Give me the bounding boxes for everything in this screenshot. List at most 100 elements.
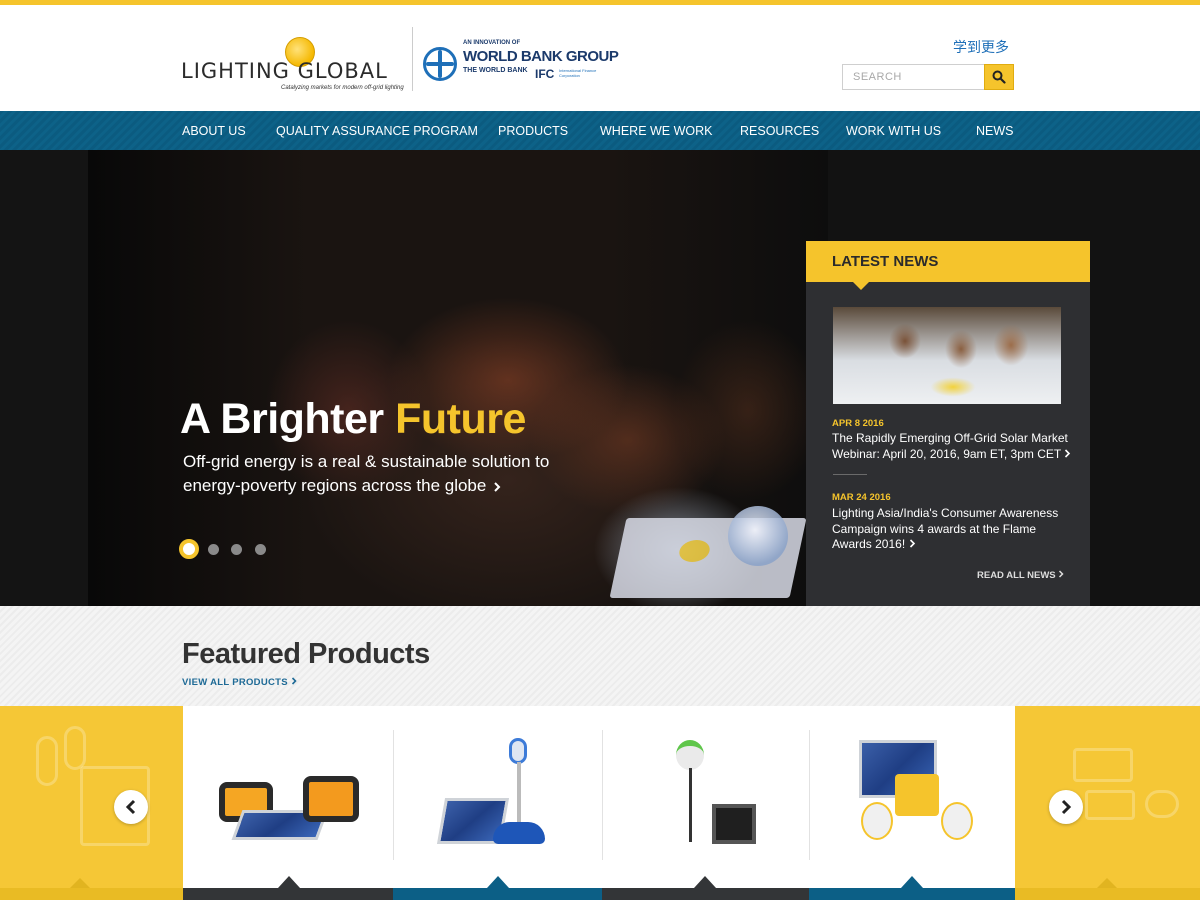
product-notch <box>901 876 923 888</box>
product-image <box>689 768 692 842</box>
slider-dot-2[interactable] <box>208 544 219 555</box>
chevron-left-icon <box>125 799 136 815</box>
lighting-global-logo[interactable]: LIGHTING GLOBAL Catalyzing markets for m… <box>181 35 404 93</box>
hero-side-left <box>0 150 88 606</box>
product-notch <box>487 876 509 888</box>
read-all-news-label: READ ALL NEWS <box>977 570 1056 581</box>
product-notch <box>694 876 716 888</box>
partner-world-bank: THE WORLD BANK <box>463 67 528 74</box>
featured-products-header: Featured Products VIEW ALL PRODUCTS <box>0 606 1200 706</box>
nav-item-resources[interactable]: RESOURCES <box>740 111 819 150</box>
carousel-next-button[interactable] <box>1049 790 1083 824</box>
chevron-right-icon <box>291 677 297 685</box>
ghost-battery <box>1085 790 1135 820</box>
product-carousel <box>0 706 1200 900</box>
logo-tagline: Catalyzing markets for modern off-grid l… <box>281 85 404 91</box>
latest-news-title: LATEST NEWS <box>832 253 939 270</box>
nav-item-products[interactable]: PRODUCTS <box>498 111 568 150</box>
ghost-solar-panel <box>1073 748 1133 782</box>
hero-title: A Brighter Future <box>180 395 526 444</box>
carousel-side-bar <box>1015 888 1200 900</box>
ghost-bulb <box>36 736 58 786</box>
product-card[interactable] <box>183 706 393 900</box>
product-image <box>493 822 545 844</box>
product-label-bar <box>602 888 809 900</box>
product-label-bar <box>183 888 393 900</box>
carousel-notch <box>70 878 90 888</box>
search-icon <box>992 70 1006 84</box>
news-separator <box>833 474 867 475</box>
news-item-text: The Rapidly Emerging Off-Grid Solar Mark… <box>832 431 1068 461</box>
product-label-bar <box>809 888 1015 900</box>
partner-innovation-label: AN INNOVATION OF <box>463 40 521 46</box>
carousel-prev-button[interactable] <box>114 790 148 824</box>
site-header: LIGHTING GLOBAL Catalyzing markets for m… <box>0 5 1200 111</box>
product-image <box>676 740 704 770</box>
product-card[interactable] <box>809 706 1015 900</box>
product-divider <box>602 730 603 860</box>
product-label-bar <box>393 888 602 900</box>
product-image <box>712 804 756 844</box>
product-image <box>303 776 359 822</box>
product-card[interactable] <box>393 706 602 900</box>
product-image <box>861 802 893 840</box>
hero-slider: A Brighter Future Off-grid energy is a r… <box>0 150 1200 606</box>
news-item-link[interactable]: The Rapidly Emerging Off-Grid Solar Mark… <box>832 431 1077 462</box>
partner-name: WORLD BANK GROUP <box>463 48 619 65</box>
partner-ifc: IFC <box>535 67 555 81</box>
solar-lamp-image <box>728 506 788 566</box>
carousel-notch <box>1097 878 1117 888</box>
read-all-news-link[interactable]: READ ALL NEWS <box>977 570 1064 581</box>
nav-item-about-us[interactable]: ABOUT US <box>182 111 246 150</box>
news-photo[interactable] <box>833 307 1061 404</box>
slider-dot-1[interactable] <box>179 539 199 559</box>
carousel-side-bar <box>0 888 183 900</box>
slider-dot-3[interactable] <box>231 544 242 555</box>
chevron-right-icon <box>1059 570 1064 578</box>
nav-item-quality-assurance[interactable]: QUALITY ASSURANCE PROGRAM <box>276 111 478 150</box>
language-link[interactable]: 学到更多 <box>953 37 1009 57</box>
chevron-right-icon <box>494 482 501 492</box>
search-form <box>842 64 1014 90</box>
nav-item-where-we-work[interactable]: WHERE WE WORK <box>600 111 713 150</box>
featured-products-title: Featured Products <box>182 638 430 670</box>
nav-item-work-with-us[interactable]: WORK WITH US <box>846 111 941 150</box>
product-notch <box>278 876 300 888</box>
product-card[interactable] <box>602 706 809 900</box>
ghost-bulb <box>1145 790 1179 818</box>
carousel-side-right <box>1015 706 1200 900</box>
hero-title-accent: Future <box>395 395 526 443</box>
chevron-right-icon <box>909 539 915 548</box>
world-bank-group-logo[interactable]: AN INNOVATION OF WORLD BANK GROUP THE WO… <box>423 40 619 90</box>
product-image <box>941 802 973 840</box>
search-input[interactable] <box>842 64 984 90</box>
chevron-right-icon <box>1065 448 1071 458</box>
hero-title-plain: A Brighter <box>180 395 384 443</box>
logo-divider <box>412 27 413 91</box>
hero-subtitle-link[interactable]: Off-grid energy is a real & sustainable … <box>183 450 583 498</box>
news-item-text: Lighting Asia/India's Consumer Awareness… <box>832 506 1059 551</box>
world-bank-globe-icon <box>423 47 457 81</box>
chevron-right-icon <box>1061 799 1072 815</box>
product-image <box>517 762 521 824</box>
latest-news-panel: LATEST NEWS APR 8 2016 The Rapidly Emerg… <box>806 241 1090 606</box>
partner-ifc-sub: International Finance Corporation <box>559 68 597 78</box>
latest-news-header: LATEST NEWS <box>806 241 1090 290</box>
product-divider <box>393 730 394 860</box>
hero-photo <box>88 150 828 606</box>
logo-wordmark: LIGHTING GLOBAL <box>181 59 388 83</box>
nav-item-news[interactable]: NEWS <box>976 111 1014 150</box>
view-all-products-link[interactable]: VIEW ALL PRODUCTS <box>182 677 297 688</box>
view-all-products-label: VIEW ALL PRODUCTS <box>182 677 288 688</box>
ghost-bulb <box>64 726 86 770</box>
slider-dot-4[interactable] <box>255 544 266 555</box>
product-divider <box>809 730 810 860</box>
product-image <box>509 738 527 764</box>
search-button[interactable] <box>984 64 1014 90</box>
news-date: APR 8 2016 <box>832 418 884 429</box>
news-date: MAR 24 2016 <box>832 492 891 503</box>
product-image <box>895 774 939 816</box>
main-nav: ABOUT US QUALITY ASSURANCE PROGRAM PRODU… <box>0 111 1200 150</box>
carousel-side-left <box>0 706 183 900</box>
news-item-link[interactable]: Lighting Asia/India's Consumer Awareness… <box>832 506 1077 553</box>
